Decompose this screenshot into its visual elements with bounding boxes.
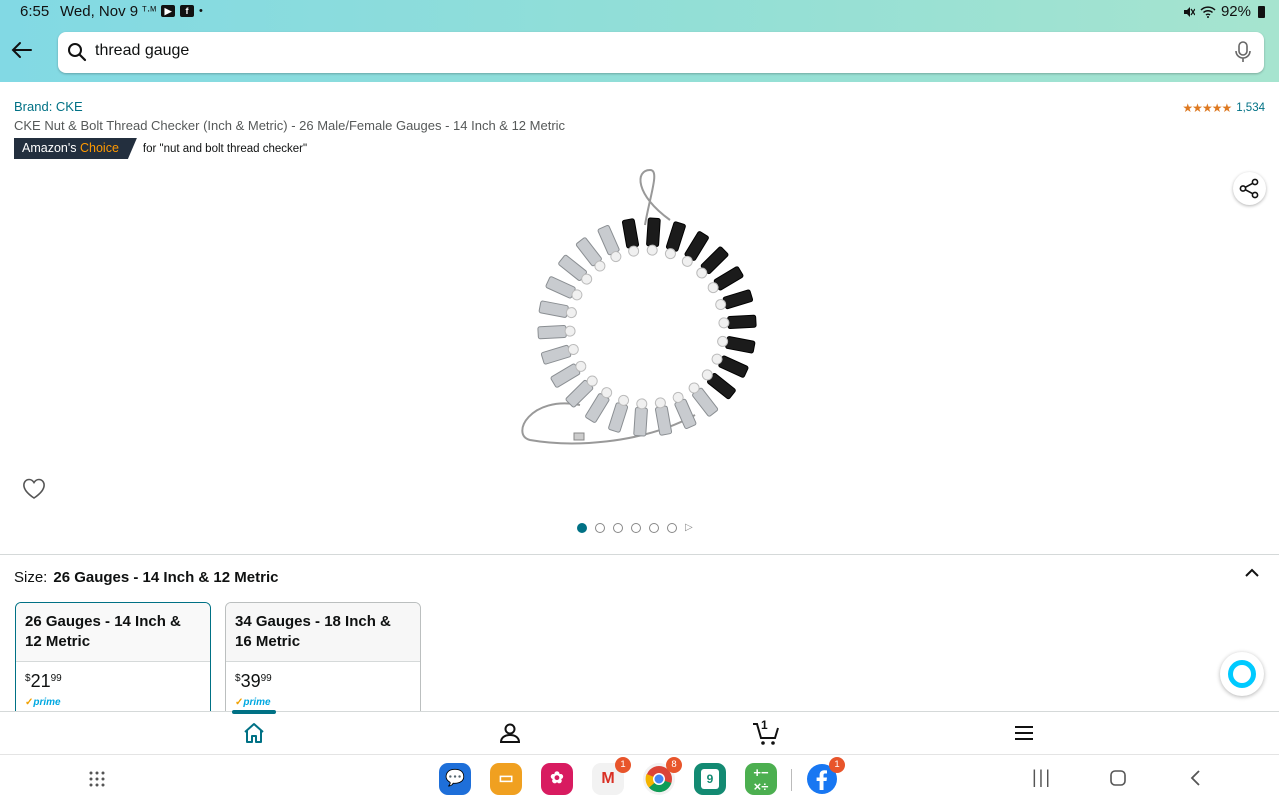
menu-hamburger-icon[interactable] [1012,721,1040,747]
share-icon [1239,178,1259,199]
cart-icon[interactable]: 1 [752,718,780,747]
amazons-choice-badge: Amazon's Choice [14,138,137,159]
brand-link[interactable]: Brand: CKE [14,99,83,114]
nav-active-indicator [232,710,276,714]
bottom-nav: 1 [0,710,1279,754]
mute-icon [1183,6,1195,17]
blossom-app-icon[interactable]: ✿ [541,763,573,795]
size-option-title: 26 Gauges - 14 Inch & 12 Metric [16,603,210,662]
carousel-dot[interactable] [649,523,659,533]
battery-percent: 92% [1220,3,1251,20]
prime-logo: ✓prime [235,697,271,708]
product-title: CKE Nut & Bolt Thread Checker (Inch & Me… [14,118,566,133]
status-time: 6:55 [20,3,50,20]
size-option-card[interactable]: 26 Gauges - 14 Inch & 12 Metric $2199 ✓p… [15,602,211,717]
price-dollars: 21 [30,671,51,691]
notification-icons: ᵀ·ᴹ ▶ f • [142,5,203,17]
facebook-app-icon[interactable]: 1 [806,757,845,795]
carousel-indicators[interactable]: ▷ [577,523,693,533]
status-bar: 6:55 Wed, Nov 9 ᵀ·ᴹ ▶ f • 92% [0,0,1279,24]
carousel-dot[interactable] [667,523,677,533]
facebook-badge: 1 [829,757,845,773]
search-input[interactable]: thread gauge [95,42,189,60]
recents-button[interactable]: ||| [1032,767,1052,788]
wishlist-heart-icon[interactable] [22,478,46,505]
app-drawer-icon[interactable] [88,770,106,788]
size-option-price: $3999 [235,671,272,691]
search-bar[interactable]: thread gauge [58,32,1264,73]
carousel-dot[interactable] [631,523,641,533]
home-icon[interactable] [242,721,270,747]
price-cents: 99 [50,673,62,684]
microphone-icon[interactable] [1235,41,1251,63]
cart-count: 1 [761,718,768,732]
prime-text: prime [33,697,61,708]
size-selector-header: Size: 26 Gauges - 14 Inch & 12 Metric [14,569,278,586]
play-video-icon[interactable]: ▷ [685,523,693,533]
wifi-icon [1200,5,1216,18]
home-button-icon[interactable] [1110,770,1126,786]
calendar-app-icon[interactable]: 9 [694,763,726,795]
system-nav-bar: 💬 ▭ ✿ M1 8 9 +− ×÷ 1 ||| [0,754,1279,800]
carousel-dot[interactable] [613,523,623,533]
amazons-choice-row: Amazon's Choice for "nut and bolt thread… [14,138,307,159]
price-cents: 99 [260,673,272,684]
carousel-dot[interactable] [577,523,587,533]
prime-logo: ✓prime [25,697,61,708]
account-icon[interactable] [498,721,526,747]
search-icon [68,43,87,62]
badge-prefix: Amazon's [22,141,77,155]
status-right: 92% [1183,3,1265,20]
rating-count[interactable]: 1,534 [1236,102,1265,114]
price-dollars: 39 [240,671,261,691]
rating[interactable]: ★★★★★ 1,534 [1182,101,1265,115]
chevron-up-icon[interactable] [1242,565,1262,581]
app-header: 6:55 Wed, Nov 9 ᵀ·ᴹ ▶ f • 92% thread gau… [0,0,1279,82]
battery-icon [1258,5,1265,18]
size-option-price: $2199 [25,671,62,691]
alexa-icon [1228,660,1256,688]
messages-app-icon[interactable]: 💬 [439,763,471,795]
dock-separator [791,769,792,791]
size-option-title: 34 Gauges - 18 Inch & 16 Metric [226,603,420,662]
youtube-icon: ▶ [161,5,176,17]
gmail-app-icon[interactable]: M1 [592,757,631,795]
back-nav-icon[interactable] [1189,769,1201,787]
alexa-button[interactable] [1220,652,1264,696]
star-rating-icon: ★★★★★ [1182,101,1232,115]
prime-text: prime [243,697,271,708]
size-label: Size: [14,569,48,586]
calendar-date: 9 [701,769,719,789]
chrome-badge: 8 [666,757,682,773]
more-dot-icon: • [199,5,203,17]
badge-highlight: Choice [79,141,119,155]
my-files-app-icon[interactable]: ▭ [490,763,522,795]
tmobile-icon: ᵀ·ᴹ [142,5,157,17]
status-date: Wed, Nov 9 [60,3,139,20]
gmail-badge: 1 [615,757,631,773]
size-selected: 26 Gauges - 14 Inch & 12 Metric [53,569,279,586]
calculator-app-icon[interactable]: +− ×÷ [745,763,777,795]
chrome-app-icon[interactable]: 8 [643,757,682,795]
back-arrow-icon[interactable] [8,38,36,66]
size-option-card[interactable]: 34 Gauges - 18 Inch & 16 Metric $3999 ✓p… [225,602,421,717]
share-button[interactable] [1233,172,1266,205]
product-image[interactable] [510,165,770,455]
carousel-dot[interactable] [595,523,605,533]
facebook-notif-icon: f [180,5,195,17]
section-divider [0,554,1279,555]
badge-for-text: for "nut and bolt thread checker" [142,142,308,155]
